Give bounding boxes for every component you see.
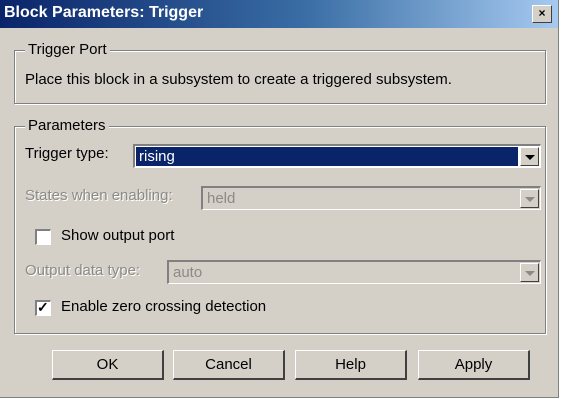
- chevron-down-icon: [525, 271, 535, 276]
- states-when-enabling-label: States when enabling:: [25, 187, 173, 204]
- output-data-type-label: Output data type:: [25, 262, 141, 279]
- close-button[interactable]: ×: [532, 5, 552, 23]
- title-bar[interactable]: Block Parameters: Trigger ×: [0, 0, 558, 28]
- trigger-type-dropdown-button[interactable]: [520, 147, 539, 166]
- trigger-type-label: Trigger type:: [25, 145, 109, 162]
- ok-button[interactable]: OK: [52, 350, 164, 380]
- apply-button[interactable]: Apply: [418, 350, 530, 380]
- output-data-type-select[interactable]: auto: [167, 260, 541, 284]
- enable-zero-crossing-checkbox[interactable]: ✓: [35, 299, 51, 316]
- trigger-port-group: Trigger Port Place this block in a subsy…: [14, 41, 546, 104]
- output-data-type-value: auto: [173, 264, 203, 281]
- parameters-group-label: Parameters: [25, 117, 109, 134]
- trigger-type-value: rising: [136, 147, 518, 166]
- states-when-enabling-value: held: [207, 190, 236, 207]
- help-button[interactable]: Help: [295, 350, 407, 380]
- states-when-enabling-select[interactable]: held: [201, 186, 541, 210]
- chevron-down-icon: [525, 155, 535, 160]
- check-icon: ✓: [37, 299, 49, 315]
- close-icon: ×: [538, 6, 546, 20]
- window-title: Block Parameters: Trigger: [4, 4, 204, 21]
- states-dropdown-button[interactable]: [520, 189, 539, 208]
- trigger-port-group-label: Trigger Port: [25, 41, 110, 58]
- dialog-window: Block Parameters: Trigger × Trigger Port…: [0, 0, 559, 398]
- enable-zero-crossing-label: Enable zero crossing detection: [61, 298, 267, 315]
- cancel-button[interactable]: Cancel: [173, 350, 285, 380]
- parameters-group: Parameters Trigger type: rising States w…: [14, 117, 546, 334]
- trigger-type-select[interactable]: rising: [133, 144, 541, 168]
- show-output-port-label: Show output port: [61, 227, 175, 244]
- show-output-port-checkbox[interactable]: [35, 229, 51, 245]
- output-type-dropdown-button[interactable]: [520, 263, 539, 282]
- trigger-port-description: Place this block in a subsystem to creat…: [25, 71, 452, 88]
- chevron-down-icon: [525, 197, 535, 202]
